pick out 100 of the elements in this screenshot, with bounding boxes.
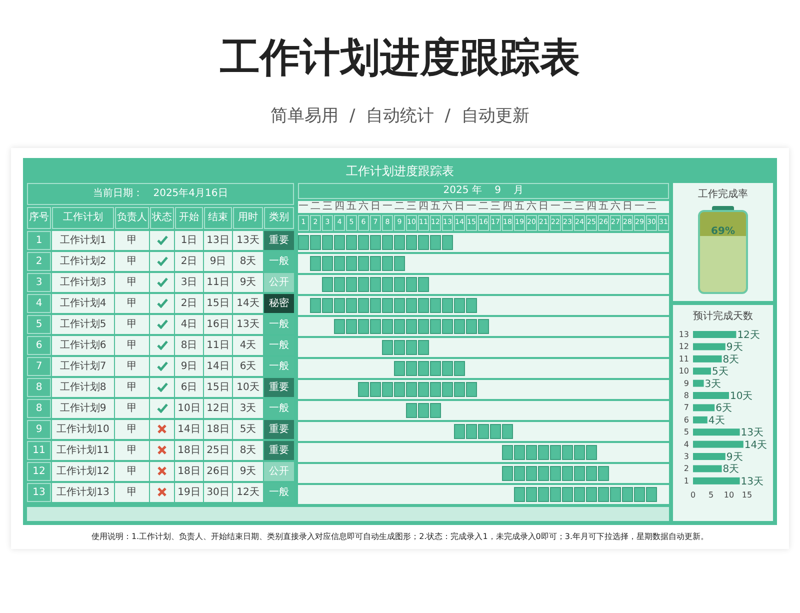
category-tag: 重要 xyxy=(264,230,294,250)
weekday-label: 五 xyxy=(514,200,525,212)
row-number-cell: 8 xyxy=(27,398,51,418)
row-number-cell: 8 xyxy=(27,378,51,396)
gantt-bar-cell xyxy=(442,298,453,312)
weekday-label: 二 xyxy=(646,200,657,212)
table-cell: 9天 xyxy=(233,272,263,292)
axis-label: 13 xyxy=(678,330,689,338)
gantt-bar-cell xyxy=(574,444,585,460)
gantt-bar-cell xyxy=(382,318,393,334)
gantt-bar-cell xyxy=(586,444,597,460)
sheet-title: 工作计划进度跟踪表 xyxy=(345,162,455,180)
weekday-label: 二 xyxy=(562,200,573,212)
chart-bar xyxy=(693,440,744,448)
table-cell: 11日 xyxy=(204,336,232,354)
gantt-bar-cell xyxy=(574,466,585,480)
cross-icon xyxy=(157,424,167,434)
weekday-label: 三 xyxy=(490,200,501,212)
gantt-bar-cell xyxy=(358,234,369,250)
axis-label: 11 xyxy=(678,354,689,363)
table-cell: 18日 xyxy=(175,440,203,460)
axis-label: 6 xyxy=(684,414,689,424)
gantt-bar-cell xyxy=(646,486,657,502)
axis-label: 10 xyxy=(678,366,689,376)
gantt-bar-cell xyxy=(394,318,405,334)
table-cell: 甲 xyxy=(115,398,149,418)
check-icon xyxy=(156,361,168,371)
table-cell: 3日 xyxy=(175,272,203,292)
gantt-bar-cell xyxy=(514,466,525,480)
table-cell: 工作计划8 xyxy=(52,378,114,396)
gantt-bar-cell xyxy=(418,318,429,334)
gantt-bar-cell xyxy=(334,318,345,334)
gantt-bar-cell xyxy=(370,298,381,312)
gantt-bar-cell xyxy=(562,486,573,502)
gantt-bar-cell xyxy=(394,298,405,312)
chart-bar xyxy=(693,342,726,350)
column-header: 开始 xyxy=(175,206,203,228)
category-tag: 公开 xyxy=(264,272,294,292)
gantt-bar-cell xyxy=(382,340,393,354)
gantt-bar-cell xyxy=(370,318,381,334)
gantt-bar-cell xyxy=(502,424,513,438)
gantt-bar-cell xyxy=(346,234,357,250)
axis-label: 3 xyxy=(684,452,689,460)
gantt-bar-cell xyxy=(406,298,417,312)
gantt-bar-cell xyxy=(394,234,405,250)
row-number-cell: 4 xyxy=(27,294,51,312)
gantt-bar-cell xyxy=(370,256,381,270)
check-icon xyxy=(156,256,168,266)
gantt-bar-cell xyxy=(550,486,561,502)
gantt-bar-cell xyxy=(334,276,345,292)
weekday-label: 三 xyxy=(406,200,417,212)
axis-label: 2 xyxy=(684,464,689,473)
gantt-bar-cell xyxy=(454,298,465,312)
axis-label: 9 xyxy=(684,378,689,388)
gantt-bar-cell xyxy=(538,466,549,480)
gantt-bar-cell xyxy=(358,298,369,312)
table-cell: 甲 xyxy=(115,336,149,354)
row-number-cell: 6 xyxy=(27,336,51,354)
gantt-bar-cell xyxy=(466,382,477,396)
gantt-bar-cell xyxy=(346,298,357,312)
chart-bar xyxy=(693,476,740,484)
row-number-cell: 12 xyxy=(27,462,51,480)
weekday-label: 六 xyxy=(358,200,369,212)
gantt-bar-cell xyxy=(370,276,381,292)
column-header: 序号 xyxy=(27,206,51,228)
category-tag: 重要 xyxy=(264,440,294,460)
cross-icon xyxy=(157,466,167,476)
table-cell: 工作计划6 xyxy=(52,336,114,354)
bar-value-label: 8天 xyxy=(722,354,740,365)
month-header: 2025 年 9 月 xyxy=(298,182,669,198)
bar-value-label: 9天 xyxy=(726,342,743,353)
gantt-bar-cell xyxy=(430,382,441,396)
gantt-bar-cell xyxy=(322,276,333,292)
table-cell: 15日 xyxy=(204,378,232,396)
check-icon xyxy=(156,319,168,329)
table-cell: 11日 xyxy=(204,272,232,292)
weekday-label: 二 xyxy=(310,200,321,212)
page-title: 工作计划进度跟踪表 xyxy=(220,34,580,82)
gantt-bar-cell xyxy=(382,298,393,312)
table-cell: 10日 xyxy=(175,398,203,418)
gantt-bar-cell xyxy=(334,256,345,270)
row-number-cell: 5 xyxy=(27,314,51,334)
usage-note: 使用说明：1.工作计划、负责人、开始结束日期、类别直接录入对应信息即可自动生成图形；2.状态：完成录入1，未完成录入0即可；3.年月可下拉选择，星期数据自动更新。 xyxy=(91,530,709,542)
gantt-bar-cell xyxy=(382,276,393,292)
table-cell: 10天 xyxy=(233,378,263,396)
axis-tick-label: 15 xyxy=(742,490,752,500)
table-cell: 工作计划5 xyxy=(52,314,114,334)
table-cell: 16日 xyxy=(204,314,232,334)
table-cell: 工作计划12 xyxy=(52,462,114,480)
weekday-label: 二 xyxy=(478,200,489,212)
bar-value-label: 13天 xyxy=(740,476,764,487)
table-cell: 2日 xyxy=(175,294,203,312)
chart-bar xyxy=(693,464,722,472)
row-number-cell: 7 xyxy=(27,356,51,376)
weekday-label: 四 xyxy=(418,200,429,212)
category-tag: 重要 xyxy=(264,420,294,438)
gantt-bar-cell xyxy=(586,466,597,480)
axis-label: 5 xyxy=(684,427,689,436)
gantt-bar-cell xyxy=(526,466,537,480)
table-cell: 工作计划7 xyxy=(52,356,114,376)
